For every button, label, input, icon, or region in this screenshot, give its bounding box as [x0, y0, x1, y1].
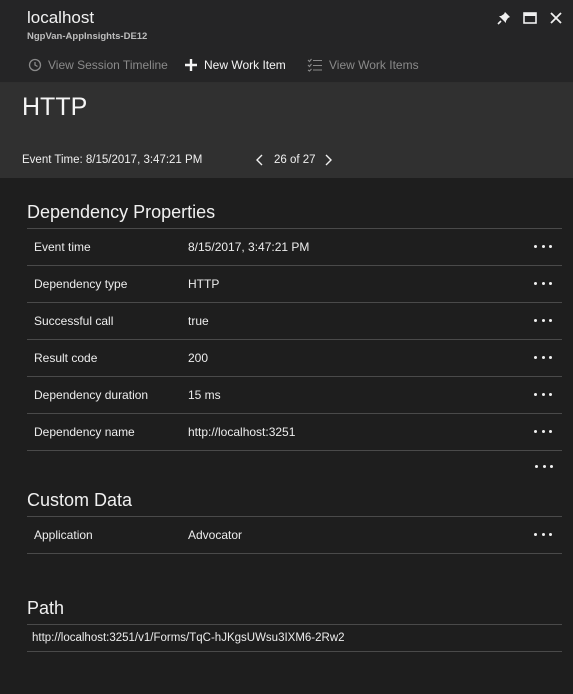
property-value: true — [188, 314, 209, 328]
dependency-properties-title: Dependency Properties — [27, 202, 216, 222]
dependency-properties-table: Event time 8/15/2017, 3:47:21 PM Depende… — [27, 228, 562, 451]
property-key: Event time — [34, 240, 91, 254]
path-box: http://localhost:3251/v1/Forms/TqC-hJKgs… — [27, 624, 562, 652]
table-row[interactable]: Dependency type HTTP — [27, 265, 562, 302]
property-key: Dependency name — [34, 425, 135, 439]
event-time: Event Time: 8/15/2017, 3:47:21 PM — [22, 154, 203, 166]
view-work-items-label: View Work Items — [329, 58, 419, 72]
property-value: HTTP — [188, 277, 220, 291]
history-icon — [28, 58, 42, 72]
custom-data-table: Application Advocator — [27, 516, 562, 554]
custom-data-title: Custom Data — [27, 490, 133, 510]
checklist-icon — [307, 58, 322, 72]
title-bar: localhost NgpVan-AppInsights-DE12 — [0, 0, 573, 50]
property-key: Result code — [34, 351, 98, 365]
close-icon[interactable] — [547, 9, 565, 27]
property-key: Dependency duration — [34, 388, 149, 402]
path-title: Path — [27, 598, 65, 618]
previous-icon[interactable] — [256, 153, 266, 167]
view-work-items-button[interactable]: View Work Items — [307, 58, 419, 72]
more-icon[interactable] — [534, 390, 552, 398]
new-work-item-button[interactable]: New Work Item — [184, 58, 286, 72]
path-value: http://localhost:3251/v1/Forms/TqC-hJKgs… — [32, 632, 345, 644]
toolbar: View Session Timeline New Work Item View… — [0, 50, 573, 83]
window-subtitle: NgpVan-AppInsights-DE12 — [27, 31, 148, 42]
table-row[interactable]: Result code 200 — [27, 339, 562, 376]
property-key: Application — [34, 528, 93, 542]
plus-icon — [185, 59, 197, 71]
new-work-item-label: New Work Item — [204, 58, 286, 72]
more-icon[interactable] — [534, 353, 552, 361]
table-row[interactable]: Application Advocator — [27, 516, 562, 554]
more-icon[interactable] — [534, 530, 552, 538]
table-row[interactable]: Dependency duration 15 ms — [27, 376, 562, 413]
property-value: 200 — [188, 351, 209, 365]
maximize-icon[interactable] — [521, 9, 539, 27]
table-row[interactable]: Successful call true — [27, 302, 562, 339]
property-value: 15 ms — [188, 388, 221, 402]
pager-count: 26 of 27 — [274, 154, 316, 166]
detail-header: HTTP Event Time: 8/15/2017, 3:47:21 PM 2… — [0, 83, 573, 178]
property-value: 8/15/2017, 3:47:21 PM — [188, 240, 310, 254]
property-value: http://localhost:3251 — [188, 425, 296, 439]
table-row[interactable]: Event time 8/15/2017, 3:47:21 PM — [27, 228, 562, 265]
pin-icon[interactable] — [495, 9, 513, 27]
more-icon[interactable] — [534, 279, 552, 287]
more-icon[interactable] — [534, 316, 552, 324]
section-more-icon[interactable] — [535, 462, 553, 470]
page-title: HTTP — [22, 93, 88, 121]
property-key: Successful call — [34, 314, 114, 328]
more-icon[interactable] — [534, 242, 552, 250]
more-icon[interactable] — [534, 427, 552, 435]
window-title: localhost — [27, 8, 95, 27]
view-session-timeline-button[interactable]: View Session Timeline — [28, 58, 168, 72]
next-icon[interactable] — [324, 153, 334, 167]
property-key: Dependency type — [34, 277, 128, 291]
table-row[interactable]: Dependency name http://localhost:3251 — [27, 413, 562, 451]
window-controls — [495, 9, 565, 27]
pager: 26 of 27 — [256, 153, 334, 167]
property-value: Advocator — [188, 528, 243, 542]
view-session-timeline-label: View Session Timeline — [48, 58, 168, 72]
